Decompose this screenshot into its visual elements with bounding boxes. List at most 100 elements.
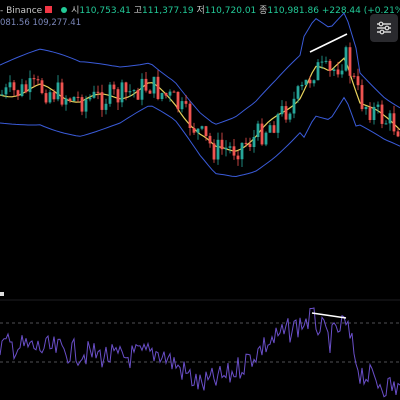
candle-body: [144, 78, 148, 91]
candle-body: [148, 90, 152, 94]
candle-body: [260, 123, 264, 145]
exchange-flag-icon: [45, 6, 53, 13]
candle-body: [88, 97, 92, 100]
candle-body: [240, 142, 244, 160]
candle-body: [180, 101, 184, 110]
candle-body: [276, 114, 280, 133]
low-label: 저: [196, 6, 205, 16]
chart-settings-button[interactable]: [370, 14, 398, 42]
candle-body: [368, 107, 372, 120]
candle-body: [248, 143, 252, 147]
candle-body: [392, 113, 396, 132]
candle-body: [52, 92, 56, 100]
candle-body: [292, 98, 296, 114]
candle-body: [140, 78, 144, 100]
candle-body: [44, 93, 48, 103]
open-value: 110,753.41: [79, 6, 131, 16]
candle-body: [204, 126, 208, 136]
candle-body: [172, 91, 176, 93]
candle-body: [212, 143, 216, 160]
candle-body: [268, 125, 272, 133]
rsi-pane-marker-icon: [0, 292, 4, 296]
candle-body: [364, 107, 368, 110]
candle-body: [236, 155, 240, 160]
candle-body: [152, 76, 156, 94]
candle-body: [32, 78, 36, 80]
candle-body: [348, 47, 352, 76]
candle-body: [192, 128, 196, 133]
candle-body: [328, 60, 332, 71]
candle-body: [48, 92, 52, 103]
candle-body: [224, 147, 228, 150]
ohlc-legend: - Binance 시110,753.41 고111,377.19 저110,7…: [0, 3, 400, 16]
candle-body: [112, 84, 116, 90]
price-trendline: [309, 33, 348, 53]
candle-body: [216, 139, 220, 160]
candle-body: [396, 131, 400, 137]
candle-body: [76, 96, 80, 98]
candle-body: [104, 103, 108, 110]
candle-body: [372, 106, 376, 120]
candle-body: [384, 123, 388, 125]
candle-body: [28, 78, 32, 93]
low-value: 110,720.01: [204, 6, 257, 16]
candle-body: [232, 146, 236, 156]
candle-body: [344, 47, 348, 71]
candle-body: [352, 75, 356, 77]
candle-body: [340, 70, 344, 75]
candle-body: [228, 146, 232, 148]
candle-body: [168, 91, 172, 96]
settings-sliders-icon: [377, 21, 391, 35]
market-status-icon: [61, 7, 68, 13]
candle-body: [8, 82, 12, 88]
candle-body: [312, 80, 316, 84]
candle-body: [92, 91, 96, 98]
candle-body: [188, 103, 192, 128]
candle-body: [200, 126, 204, 129]
candle-body: [164, 93, 168, 96]
candle-body: [16, 90, 20, 96]
candle-body: [272, 125, 276, 133]
candle-body: [136, 90, 140, 100]
candle-body: [20, 84, 24, 96]
candle-body: [336, 69, 340, 75]
candle-body: [128, 91, 132, 93]
bollinger-legend: 081.56 109,277.41: [0, 18, 82, 28]
candle-body: [60, 82, 64, 105]
candle-body: [132, 90, 136, 92]
candle-body: [176, 91, 180, 110]
candle-body: [100, 92, 104, 110]
candle-body: [264, 132, 268, 145]
candle-body: [184, 101, 188, 104]
price-chart[interactable]: [0, 0, 400, 400]
candle-body: [40, 80, 44, 94]
bollinger-upper-band: [0, 12, 400, 125]
candle-body: [116, 89, 120, 103]
candle-body: [304, 79, 308, 85]
candle-body: [308, 79, 312, 84]
candle-body: [252, 137, 256, 147]
high-label: 고: [133, 6, 143, 16]
candle-body: [320, 61, 324, 63]
close-value: 110,981.86: [267, 6, 319, 16]
candle-body: [160, 93, 164, 99]
chart-area[interactable]: - Binance 시110,753.41 고111,377.19 저110,7…: [0, 0, 400, 400]
candle-body: [356, 76, 360, 86]
candle-body: [124, 82, 128, 93]
candle-body: [0, 94, 4, 96]
candle-body: [24, 84, 28, 93]
candle-body: [376, 104, 380, 107]
symbol-label: - Binance: [0, 6, 43, 16]
candle-body: [220, 139, 224, 150]
candle-body: [380, 104, 384, 124]
candle-body: [324, 60, 328, 62]
candle-body: [12, 82, 16, 91]
candle-body: [316, 62, 320, 81]
candle-body: [388, 113, 392, 124]
candle-body: [332, 69, 336, 71]
candle-body: [120, 82, 124, 103]
rsi-line: [0, 307, 400, 398]
candle-body: [84, 99, 88, 112]
candle-body: [56, 82, 60, 100]
candle-body: [296, 86, 300, 99]
